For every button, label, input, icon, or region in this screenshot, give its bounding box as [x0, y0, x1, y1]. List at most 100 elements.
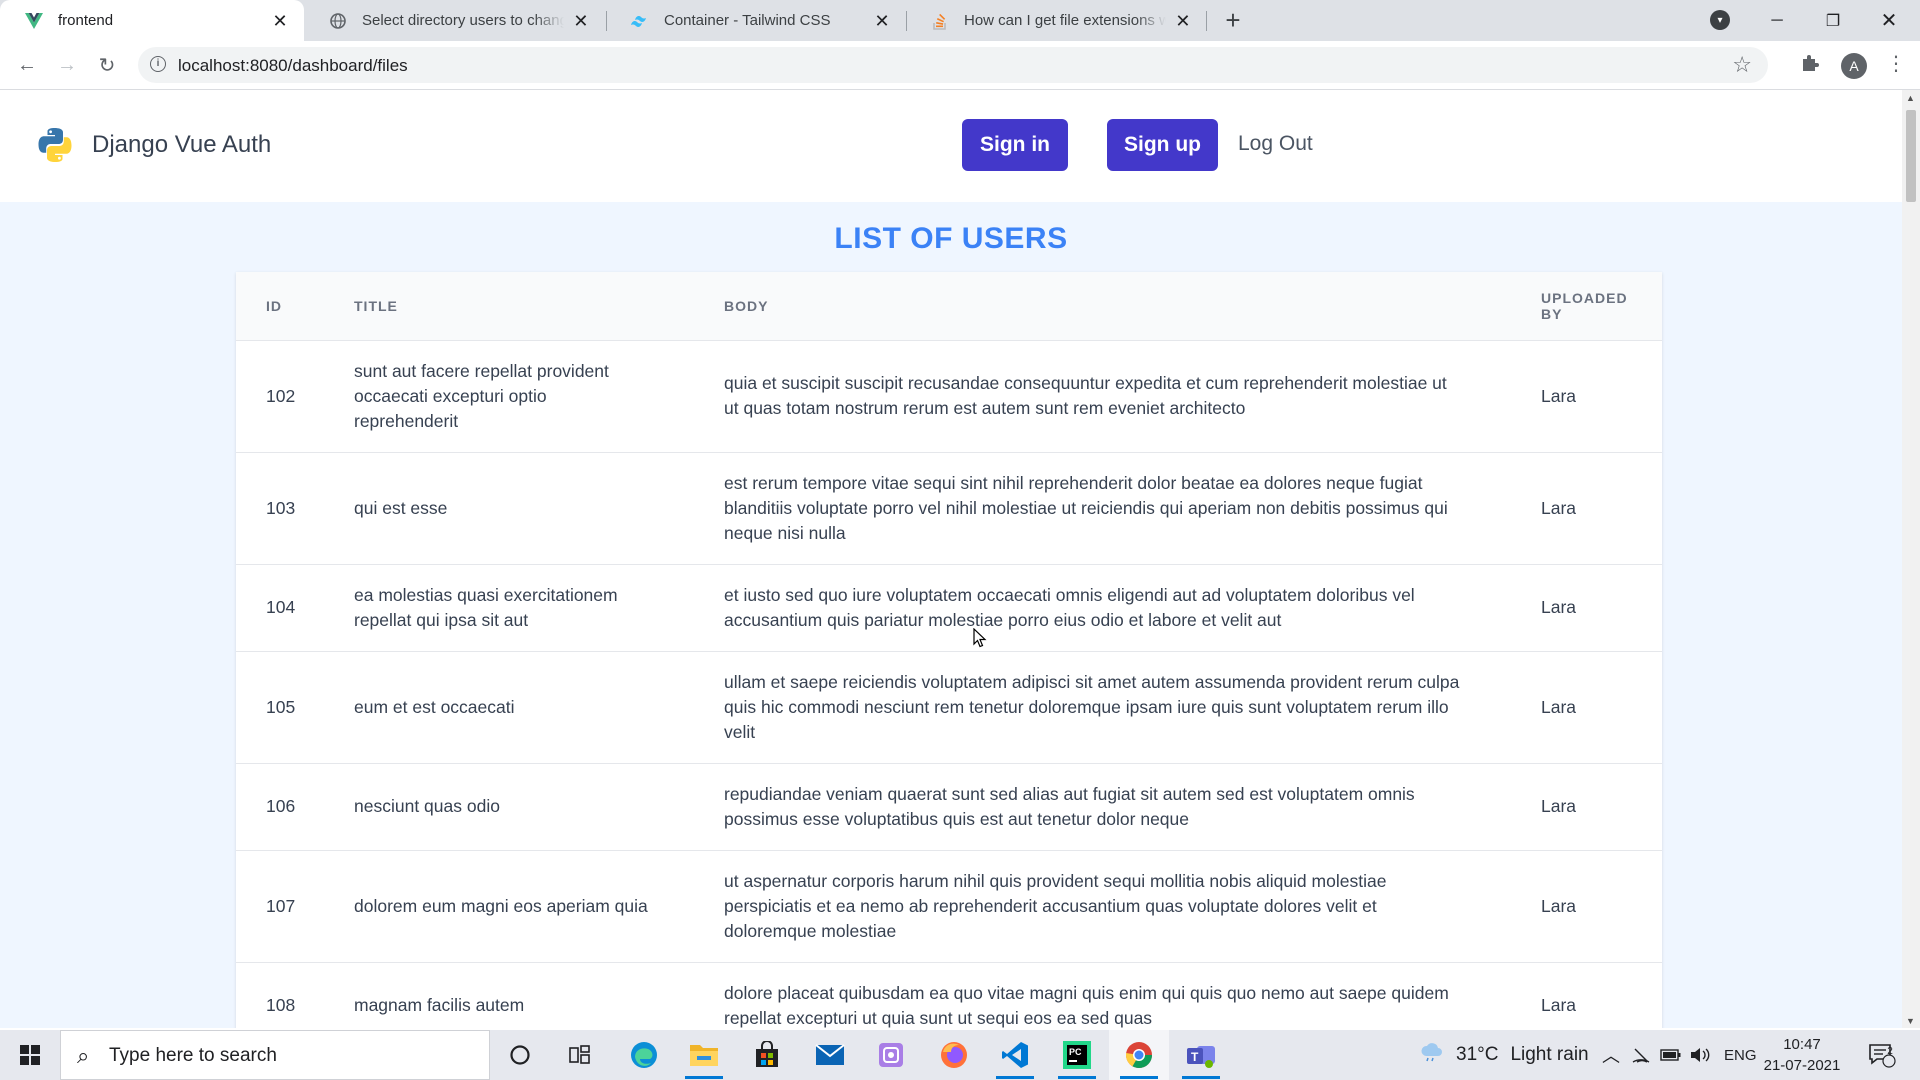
running-indicator	[685, 1076, 723, 1079]
close-tab-icon[interactable]: ✕	[572, 11, 590, 31]
log-out-link[interactable]: Log Out	[1238, 132, 1313, 156]
cell-id: 102	[236, 340, 324, 453]
tab-file-extensions-question[interactable]: How can I get file extensions with ✕	[906, 0, 1206, 41]
edge-browser-icon[interactable]	[614, 1030, 674, 1080]
svg-text:PC: PC	[1069, 1047, 1082, 1057]
tab-tailwind-container[interactable]: Container - Tailwind CSS ✕	[606, 0, 906, 41]
close-tab-icon[interactable]: ✕	[872, 11, 892, 31]
cell-uploaded-by: Lara	[1511, 962, 1662, 1028]
cell-uploaded-by: Lara	[1511, 850, 1662, 963]
table-row[interactable]: 107 dolorem eum magni eos aperiam quia u…	[236, 850, 1662, 963]
action-center-icon[interactable]: 2	[1868, 1030, 1896, 1080]
table-row[interactable]: 106 nesciunt quas odio repudiandae venia…	[236, 763, 1662, 851]
sign-in-button[interactable]: Sign in	[962, 119, 1068, 171]
volume-icon[interactable]	[1690, 1030, 1710, 1080]
table-row[interactable]: 102 sunt aut facere repellat provident o…	[236, 340, 1662, 453]
column-header-id[interactable]: ID	[236, 272, 324, 341]
notification-count-badge: 2	[1887, 1046, 1893, 1057]
page-scrollbar[interactable]: ▲ ▼	[1902, 90, 1920, 1028]
browser-tab-strip: frontend ✕ Select directory users to cha…	[0, 0, 1920, 41]
address-bar[interactable]: i localhost:8080/dashboard/files ☆	[138, 47, 1768, 83]
cell-title: eum et est occaecati	[324, 651, 694, 764]
globe-icon	[328, 11, 348, 31]
app-navbar: Django Vue Auth Sign in Sign up Log Out	[0, 90, 1902, 202]
tab-search-icon[interactable]: ▾	[1710, 10, 1730, 30]
teams-icon[interactable]: T	[1171, 1030, 1231, 1080]
restore-icon[interactable]: ❐	[1810, 0, 1856, 41]
column-header-uploaded-by[interactable]: UPLOADED BY	[1511, 272, 1662, 341]
tab-separator	[1206, 11, 1207, 31]
site-info-icon[interactable]: i	[150, 56, 166, 72]
task-view-icon[interactable]	[550, 1030, 610, 1080]
battery-icon[interactable]	[1660, 1030, 1682, 1080]
cell-uploaded-by: Lara	[1511, 452, 1662, 565]
search-icon: ⌕	[77, 1043, 90, 1068]
bookmark-star-icon[interactable]: ☆	[1732, 52, 1752, 78]
windows-start-icon[interactable]	[0, 1030, 60, 1080]
scroll-up-icon[interactable]: ▲	[1906, 93, 1915, 103]
table-row[interactable]: 105 eum et est occaecati ullam et saepe …	[236, 651, 1662, 764]
cell-title: magnam facilis autem	[324, 962, 694, 1028]
table-header-row: ID TITLE BODY UPLOADED BY	[236, 272, 1662, 341]
tab-frontend[interactable]: frontend ✕	[0, 0, 304, 41]
brand[interactable]: Django Vue Auth	[36, 126, 271, 164]
scrollbar-thumb[interactable]	[1906, 110, 1916, 202]
cell-body: et iusto sed quo iure voluptatem occaeca…	[694, 564, 1511, 652]
cell-body: ullam et saepe reiciendis voluptatem adi…	[694, 651, 1511, 764]
cortana-icon[interactable]	[490, 1030, 550, 1080]
profile-avatar[interactable]: A	[1841, 53, 1867, 79]
address-bar-url[interactable]: localhost:8080/dashboard/files	[178, 56, 408, 76]
users-table-card: ID TITLE BODY UPLOADED BY 102 sunt aut f…	[236, 272, 1662, 1028]
mouse-cursor-icon	[973, 628, 987, 648]
system-clock[interactable]: 10:47 21-07-2021	[1760, 1034, 1844, 1076]
weather-cloud-icon	[1420, 1042, 1444, 1068]
cell-id: 103	[236, 452, 324, 565]
extensions-puzzle-icon[interactable]	[1800, 53, 1820, 79]
running-indicator	[1120, 1076, 1158, 1079]
table-row[interactable]: 104 ea molestias quasi exercitationem re…	[236, 564, 1662, 652]
cell-id: 104	[236, 564, 324, 652]
tab-select-directory-users[interactable]: Select directory users to change | ✕	[304, 0, 604, 41]
show-hidden-icons-chevron-icon[interactable]: ︿	[1602, 1030, 1620, 1080]
table-row[interactable]: 103 qui est esse est rerum tempore vitae…	[236, 452, 1662, 565]
close-tab-icon[interactable]: ✕	[270, 11, 290, 31]
sign-up-button[interactable]: Sign up	[1107, 119, 1218, 171]
clock-time: 10:47	[1783, 1036, 1821, 1053]
weather-widget[interactable]: 31°C Light rain	[1420, 1030, 1589, 1080]
forward-icon[interactable]: →	[51, 49, 83, 81]
close-tab-icon[interactable]: ✕	[1174, 11, 1192, 31]
close-window-icon[interactable]: ✕	[1866, 0, 1912, 41]
network-icon[interactable]	[1632, 1030, 1650, 1080]
pycharm-icon[interactable]: PC	[1047, 1030, 1107, 1080]
clock-date: 21-07-2021	[1763, 1057, 1841, 1074]
cell-body: repudiandae veniam quaerat sunt sed alia…	[694, 763, 1511, 851]
mail-icon[interactable]	[800, 1030, 860, 1080]
column-header-body[interactable]: BODY	[694, 272, 1511, 341]
back-icon[interactable]: ←	[11, 49, 43, 81]
taskbar-search-box[interactable]: ⌕ Type here to search	[60, 1030, 490, 1080]
browser-menu-icon[interactable]: ⋮	[1886, 53, 1906, 75]
python-logo-icon	[38, 128, 72, 162]
table-row[interactable]: 108 magnam facilis autem dolore placeat …	[236, 962, 1662, 1028]
scroll-down-icon[interactable]: ▼	[1906, 1016, 1915, 1026]
brand-name: Django Vue Auth	[92, 131, 272, 158]
column-header-title[interactable]: TITLE	[324, 272, 694, 341]
firefox-icon[interactable]	[924, 1030, 984, 1080]
weather-temperature: 31°C	[1456, 1044, 1499, 1065]
file-explorer-icon[interactable]	[674, 1030, 734, 1080]
new-tab-icon[interactable]: +	[1219, 7, 1247, 34]
cell-title: dolorem eum magni eos aperiam quia	[324, 850, 694, 963]
running-indicator	[1182, 1076, 1220, 1079]
input-language[interactable]: ENG	[1724, 1030, 1757, 1080]
photos-app-icon[interactable]	[861, 1030, 921, 1080]
store-icon[interactable]	[737, 1030, 797, 1080]
reload-icon[interactable]: ↻	[91, 49, 123, 81]
stackoverflow-icon	[930, 11, 950, 31]
minimize-icon[interactable]: ─	[1754, 0, 1800, 41]
cell-id: 105	[236, 651, 324, 764]
cell-body: est rerum tempore vitae sequi sint nihil…	[694, 452, 1511, 565]
windows-taskbar: ⌕ Type here to search PC T 31°C Light ra…	[0, 1030, 1920, 1080]
chrome-icon[interactable]	[1109, 1030, 1169, 1080]
vscode-icon[interactable]	[985, 1030, 1045, 1080]
svg-text:T: T	[1191, 1050, 1199, 1064]
